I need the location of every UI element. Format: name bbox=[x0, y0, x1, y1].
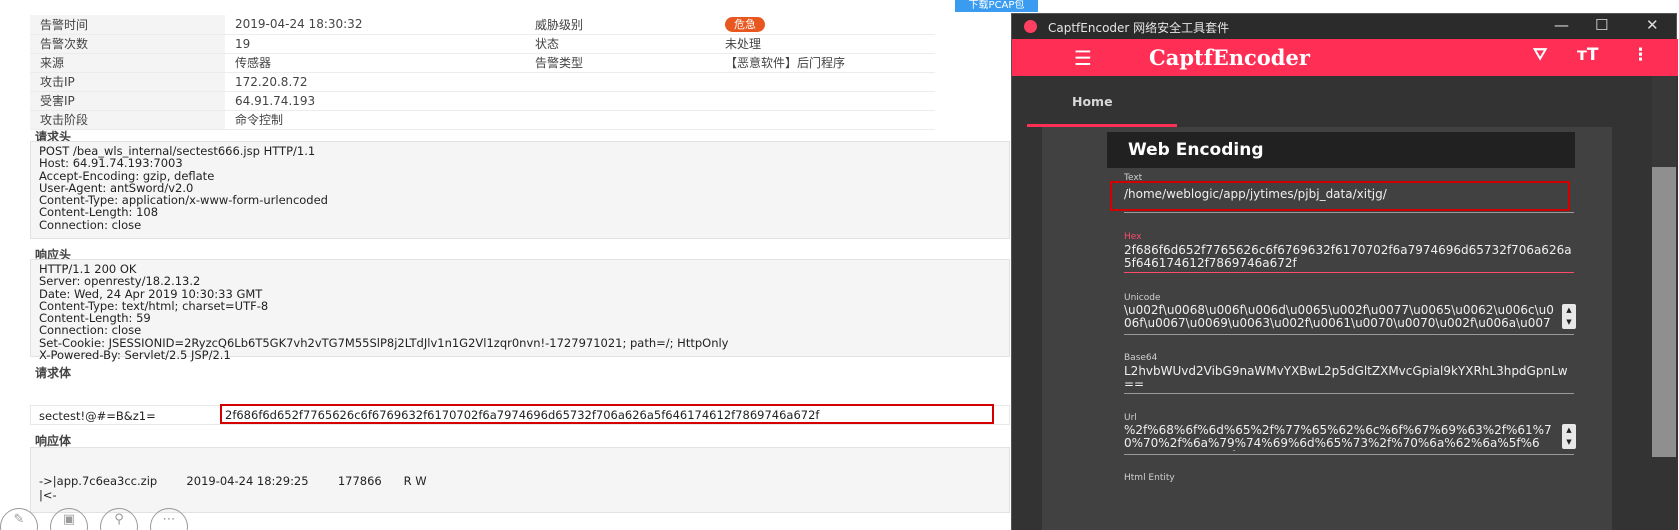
hex-label: Hex bbox=[1124, 232, 1142, 242]
panel-title: Web Encoding bbox=[1107, 132, 1575, 168]
app-toolbar: ☰ CaptfEncoder ⛛ ᴛT ⋮ bbox=[1012, 39, 1678, 76]
info-key: 攻击阶段 bbox=[30, 110, 225, 130]
menu-icon[interactable]: ☰ bbox=[1074, 46, 1092, 70]
info-value: 172.20.8.72 bbox=[225, 72, 525, 92]
base64-label: Base64 bbox=[1124, 353, 1158, 363]
response-body-line: |<- bbox=[39, 488, 57, 502]
download-pcap-button[interactable]: 下载PCAP包 bbox=[955, 0, 1038, 12]
response-header-line: X-Powered-By: Servlet/2.5 JSP/2.1 bbox=[39, 348, 231, 363]
text-underline bbox=[1124, 212, 1574, 213]
window-scrollbar[interactable] bbox=[1652, 167, 1676, 457]
info-key: 攻击IP bbox=[30, 72, 225, 92]
info-key: 告警类型 bbox=[525, 53, 715, 73]
url-input[interactable]: %2f%68%6f%6d%65%2f%77%65%62%6c%6f%67%69%… bbox=[1124, 424, 1556, 451]
unicode-scroll-stepper[interactable]: ▲ ▼ bbox=[1562, 304, 1576, 329]
response-body-line: ->|app.7c6ea3cc.zip 2019-04-24 18:29:25 … bbox=[39, 474, 427, 488]
request-body-label: 请求体 bbox=[35, 366, 72, 380]
info-key: 状态 bbox=[525, 34, 715, 54]
info-key: 来源 bbox=[30, 53, 225, 73]
alert-info-row: 告警时间 2019-04-24 18:30:32 威胁级别 危急 bbox=[30, 15, 935, 35]
request-header-line: Host: 64.91.74.193:7003 bbox=[39, 156, 183, 171]
web-encoding-panel: Web Encoding Text /home/weblogic/app/jyt… bbox=[1042, 127, 1612, 530]
paint-bucket-icon[interactable]: ⛛ bbox=[1533, 45, 1547, 65]
info-value bbox=[715, 110, 935, 130]
response-header-line: Content-Type: text/html; charset=UTF-8 bbox=[39, 298, 269, 313]
alert-info-row: 来源 传感器 告警类型 【恶意软件】后门程序 bbox=[30, 53, 935, 73]
alert-detail-page: 下载PCAP包 告警时间 2019-04-24 18:30:32 威胁级别 危急 告警次… bbox=[0, 0, 1038, 530]
request-header-line: POST /bea_wls_internal/sectest666.jsp HT… bbox=[39, 144, 316, 158]
app-logo-icon bbox=[1024, 20, 1037, 33]
request-body-box: sectest!@#=B&z1= 2f686f6d652f7765626c6f6… bbox=[30, 404, 1010, 425]
response-header-line: Connection: close bbox=[39, 323, 142, 338]
font-size-icon[interactable]: ᴛT bbox=[1577, 45, 1598, 65]
info-value: 2019-04-24 18:30:32 bbox=[225, 15, 525, 35]
response-header-line: Server: openresty/18.2.13.2 bbox=[39, 274, 201, 289]
info-value: 危急 bbox=[715, 15, 935, 35]
unicode-underline bbox=[1124, 334, 1574, 335]
request-header-line: Connection: close bbox=[39, 217, 142, 232]
alert-info-row: 攻击阶段 命令控制 bbox=[30, 110, 935, 130]
close-button[interactable]: ✕ bbox=[1646, 16, 1659, 34]
url-underline bbox=[1124, 454, 1574, 455]
response-body-box: ->|app.7c6ea3cc.zip 2019-04-24 18:29:25 … bbox=[30, 447, 1010, 513]
info-value: 未处理 bbox=[715, 34, 935, 54]
alert-info-row: 告警次数 19 状态 未处理 bbox=[30, 34, 935, 54]
text-input[interactable]: /home/weblogic/app/jytimes/pjbj_data/xit… bbox=[1124, 188, 1574, 201]
alert-info-row: 受害IP 64.91.74.193 bbox=[30, 91, 935, 111]
request-body-prefix: sectest!@#=B&z1= bbox=[39, 409, 156, 423]
maximize-button[interactable]: ☐ bbox=[1595, 16, 1608, 34]
request-body-hex-highlight: 2f686f6d652f7765626c6f6769632f6170702f6a… bbox=[220, 404, 994, 424]
info-value: 命令控制 bbox=[225, 110, 525, 130]
info-value: 【恶意软件】后门程序 bbox=[715, 53, 935, 73]
more-vert-icon[interactable]: ⋮ bbox=[1632, 45, 1649, 65]
info-key: 告警次数 bbox=[30, 34, 225, 54]
hex-input[interactable]: 2f686f6d652f7765626c6f6769632f6170702f6a… bbox=[1124, 244, 1574, 270]
html-entity-label: Html Entity bbox=[1124, 473, 1175, 483]
tab-bar: Home bbox=[1012, 76, 1678, 127]
encoder-content: Web Encoding Text /home/weblogic/app/jyt… bbox=[1012, 127, 1678, 530]
info-value bbox=[715, 91, 935, 111]
info-value: 19 bbox=[225, 34, 525, 54]
minimize-button[interactable]: — bbox=[1554, 16, 1569, 34]
window-sidebar bbox=[1652, 76, 1676, 167]
info-value: 64.91.74.193 bbox=[225, 91, 525, 111]
response-header-box: HTTP/1.1 200 OK Server: openresty/18.2.13… bbox=[30, 259, 1010, 361]
info-key bbox=[525, 91, 715, 111]
url-label: Url bbox=[1124, 413, 1137, 423]
request-header-box: POST /bea_wls_internal/sectest666.jsp HT… bbox=[30, 141, 1010, 239]
alert-info-table: 告警时间 2019-04-24 18:30:32 威胁级别 危急 告警次数 19 状态 未处理… bbox=[30, 15, 935, 130]
unicode-label: Unicode bbox=[1124, 293, 1161, 303]
response-header-line: Content-Length: 59 bbox=[39, 311, 151, 326]
request-header-line: Content-Length: 108 bbox=[39, 205, 159, 220]
window-title: CaptfEncoder 网络安全工具套件 bbox=[1048, 21, 1230, 35]
info-key: 受害IP bbox=[30, 91, 225, 111]
unicode-input[interactable]: \u002f\u0068\u006f\u006d\u0065\u002f\u00… bbox=[1124, 304, 1556, 331]
alert-info-row: 攻击IP 172.20.8.72 bbox=[30, 72, 935, 92]
url-scroll-stepper[interactable]: ▲ ▼ bbox=[1562, 424, 1576, 449]
hex-underline bbox=[1124, 272, 1574, 273]
base64-underline bbox=[1124, 393, 1574, 394]
captfencoder-window: CaptfEncoder 网络安全工具套件 — ☐ ✕ ☰ CaptfEncod… bbox=[1011, 13, 1678, 530]
threat-level-badge: 危急 bbox=[725, 16, 765, 32]
text-label: Text bbox=[1124, 173, 1143, 183]
base64-input[interactable]: L2hvbWUvd2VibG9naWMvYXBwL2p5dGltZXMvcGpi… bbox=[1124, 365, 1574, 391]
info-key: 告警时间 bbox=[30, 15, 225, 35]
tab-home[interactable]: Home bbox=[1072, 94, 1113, 109]
request-header-line: Content-Type: application/x-www-form-url… bbox=[39, 193, 328, 208]
app-brand: CaptfEncoder bbox=[1149, 45, 1310, 70]
info-key bbox=[525, 110, 715, 130]
info-value: 传感器 bbox=[225, 53, 525, 73]
info-key: 威胁级别 bbox=[525, 15, 715, 35]
info-key bbox=[525, 72, 715, 92]
info-value bbox=[715, 72, 935, 92]
window-titlebar: CaptfEncoder 网络安全工具套件 — ☐ ✕ bbox=[1012, 14, 1676, 39]
